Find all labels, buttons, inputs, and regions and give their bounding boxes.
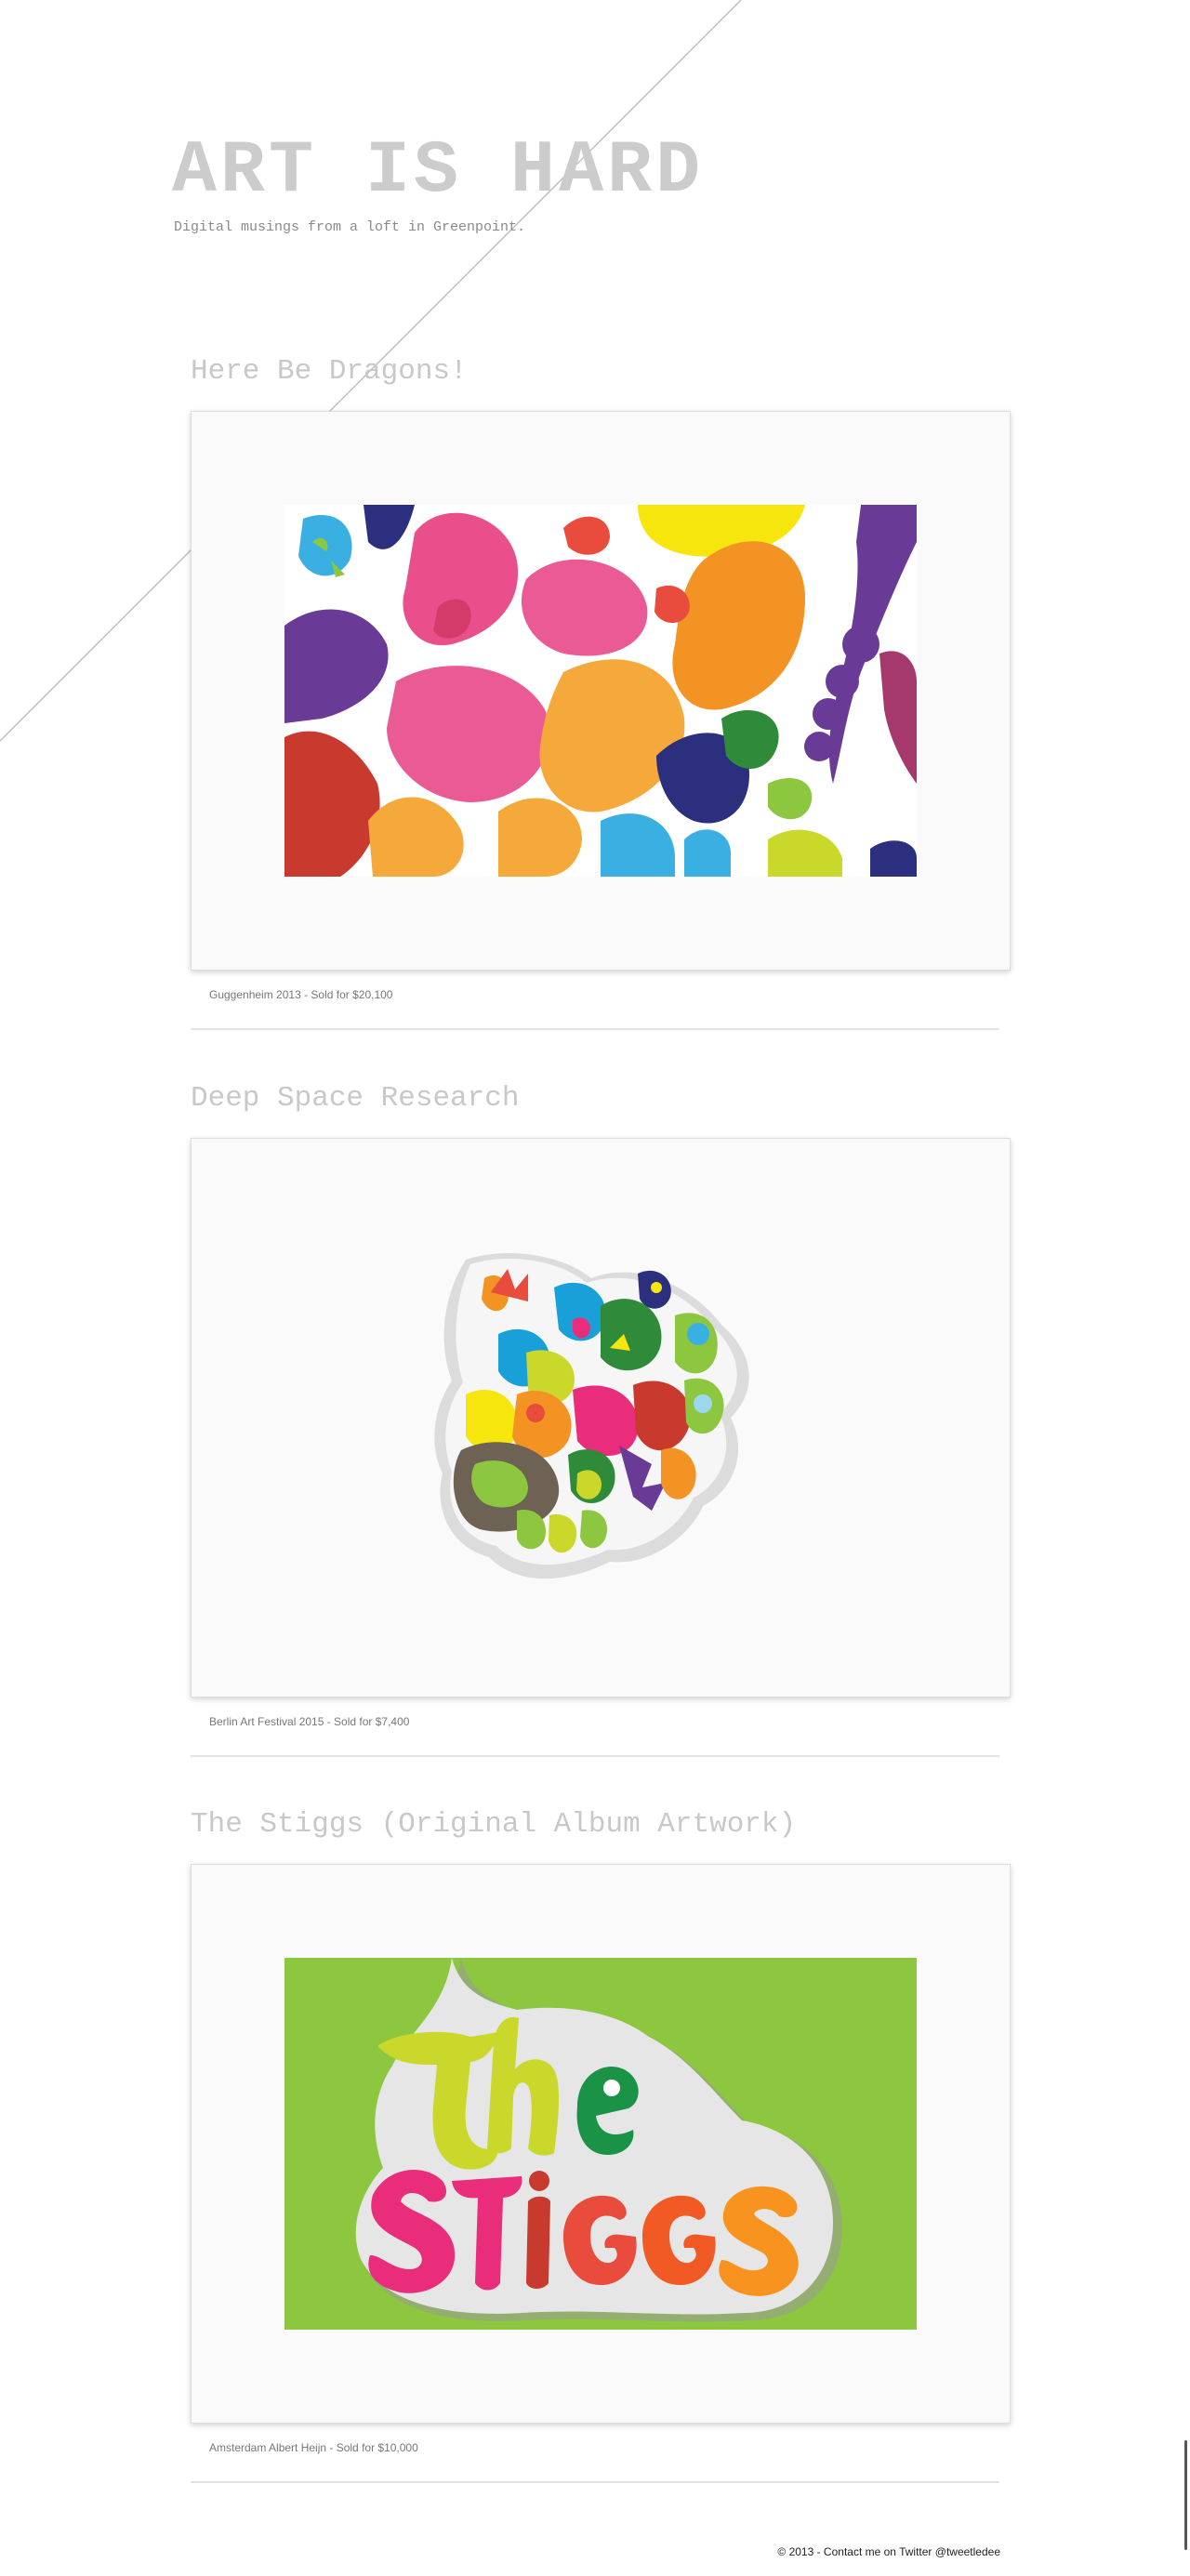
post-title[interactable]: Here Be Dragons! <box>191 355 1011 389</box>
site-tagline: Digital musings from a loft in Greenpoin… <box>174 219 526 235</box>
doodle-sticker-cluster-artwork[interactable] <box>284 1232 917 1604</box>
site-title[interactable]: ART IS HARD <box>172 130 704 214</box>
scrollbar-thumb[interactable] <box>1184 2440 1187 2550</box>
post-deep-space-research: Deep Space Research Berlin Art Festival … <box>191 1082 1011 1757</box>
post-caption: Guggenheim 2013 - Sold for $20,100 <box>209 988 393 1001</box>
post-caption: Berlin Art Festival 2015 - Sold for $7,4… <box>209 1715 410 1728</box>
post-divider <box>191 2481 999 2483</box>
footer-text: © 2013 - Contact me on Twitter <box>777 2545 932 2558</box>
post-divider <box>191 1028 999 1030</box>
post-title[interactable]: Deep Space Research <box>191 1082 1011 1116</box>
abstract-colorful-blobs-artwork[interactable] <box>284 505 917 877</box>
site-footer: © 2013 - Contact me on Twitter @tweetled… <box>777 2545 1000 2558</box>
post-the-stiggs: The Stiggs (Original Album Artwork) Amst… <box>191 1808 1011 2483</box>
post-title[interactable]: The Stiggs (Original Album Artwork) <box>191 1808 1011 1842</box>
artwork-frame <box>191 1864 1011 2424</box>
site-header: ART IS HARD Digital musings from a loft … <box>172 130 704 236</box>
artwork-frame <box>191 1138 1011 1698</box>
post-caption: Amsterdam Albert Heijn - Sold for $10,00… <box>209 2441 418 2454</box>
post-here-be-dragons: Here Be Dragons! Guggenheim 2013 - Sold … <box>191 355 1011 1030</box>
artwork-frame <box>191 411 1011 971</box>
post-divider <box>191 1755 999 1757</box>
twitter-link[interactable]: @tweetledee <box>935 2545 1000 2558</box>
the-stiggs-lettering-artwork[interactable] <box>284 1958 917 2330</box>
